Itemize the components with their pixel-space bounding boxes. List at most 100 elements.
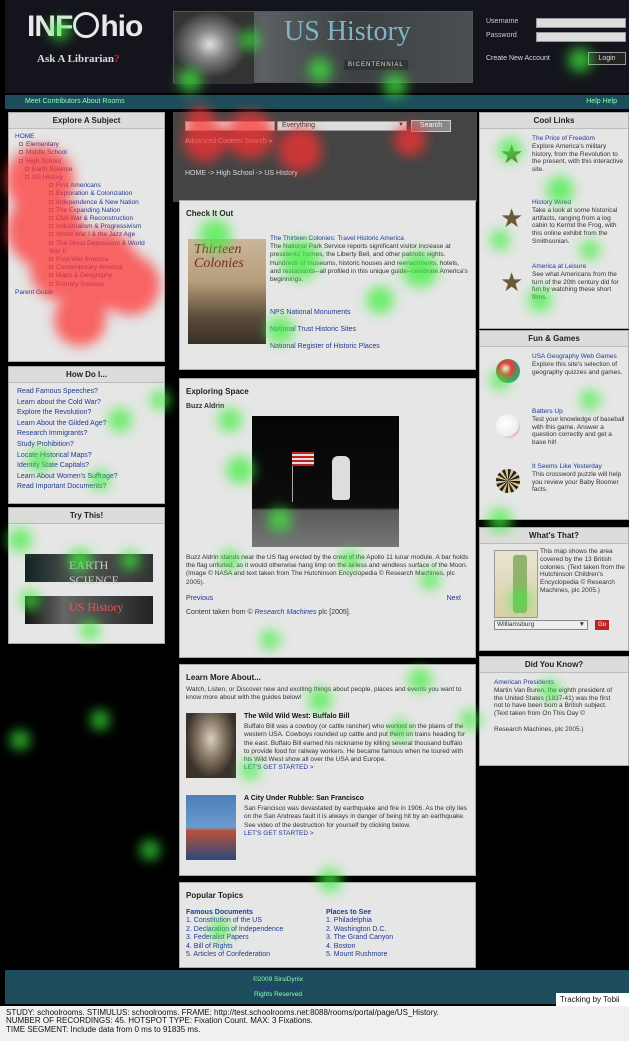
expand-toggle-icon[interactable] [49, 216, 53, 221]
search-input[interactable] [185, 121, 275, 131]
expand-toggle-icon[interactable] [49, 281, 53, 286]
popular-topic-link[interactable]: 5. Articles of Confederation [186, 951, 326, 959]
expand-toggle-icon[interactable] [19, 142, 23, 147]
search-button[interactable]: Search [411, 120, 451, 132]
fun-game-title[interactable]: It Seems Like Yesterday [532, 463, 602, 470]
subject-link[interactable]: Civil War & Reconstruction [56, 215, 133, 222]
subject-link[interactable]: Middle School [26, 149, 67, 156]
popular-topic-link[interactable]: 5. Mount Rushmore [326, 951, 466, 959]
popular-topic-link[interactable]: 4. Boston [326, 943, 466, 951]
subject-tree-item[interactable]: Parent Guide [15, 289, 158, 297]
subject-tree-item[interactable]: Contemporary America [15, 264, 158, 272]
subject-link[interactable]: Independence & New Nation [56, 199, 139, 206]
subject-link[interactable]: Industrialism & Progressivism [56, 223, 141, 230]
subject-tree-item[interactable]: High School [15, 158, 158, 166]
subject-tree-item[interactable]: First Americans [15, 182, 158, 190]
cool-link-title[interactable]: America at Leisure [532, 263, 586, 270]
fun-game-title[interactable]: USA Geography Web Games [532, 353, 617, 360]
subject-link[interactable]: Maps & Geography [56, 272, 112, 279]
thirteen-colonies-image[interactable]: Thirteen Colonies [188, 239, 266, 344]
howdo-link[interactable]: Learn about the Cold War? [17, 398, 156, 409]
create-account-link[interactable]: Create New Account [486, 55, 550, 62]
expand-toggle-icon[interactable] [49, 240, 53, 245]
subject-tree-item[interactable]: Earth Science [15, 166, 158, 174]
sf-get-started-link[interactable]: LET'S GET STARTED > [244, 830, 314, 837]
howdo-link[interactable]: Learn About Women's Suffrage? [17, 472, 156, 483]
popular-topic-link[interactable]: 3. Federalist Papers [186, 934, 326, 942]
expand-toggle-icon[interactable] [19, 150, 23, 155]
popular-topic-link[interactable]: 2. Washington D.C. [326, 926, 466, 934]
expand-toggle-icon[interactable] [49, 183, 53, 188]
checkit-headline-link[interactable]: The Thirteen Colonies: Travel Historic A… [270, 235, 404, 242]
subject-tree-item[interactable]: US History [15, 174, 158, 182]
subject-tree-item[interactable]: Middle School [15, 149, 158, 157]
bill-get-started-link[interactable]: LET'S GET STARTED > [244, 764, 314, 771]
advanced-search-link[interactable]: Advanced Content Search » [185, 138, 273, 145]
subject-tree-item[interactable]: Civil War & Reconstruction [15, 215, 158, 223]
subject-tree-item[interactable]: Independence & New Nation [15, 199, 158, 207]
howdo-link[interactable]: Locate Historical Maps? [17, 451, 156, 462]
popular-topic-link[interactable]: 3. The Grand Canyon [326, 934, 466, 942]
expand-toggle-icon[interactable] [49, 265, 53, 270]
howdo-link[interactable]: Explore the Revolution? [17, 408, 156, 419]
howdo-link[interactable]: Read Important Documents? [17, 482, 156, 493]
checkit-link[interactable]: NPS National Monuments [270, 304, 380, 321]
subject-link[interactable]: Earth Science [32, 166, 72, 173]
checkit-link[interactable]: National Trust Historic Sites [270, 321, 380, 338]
username-input[interactable] [536, 18, 626, 28]
research-machines-link[interactable]: Research Machines [255, 609, 317, 616]
nav-left-links[interactable]: Meet Contributors About Rooms [25, 98, 125, 105]
expand-toggle-icon[interactable] [25, 166, 29, 171]
cool-link-title[interactable]: History Wired [532, 199, 571, 206]
infohio-logo[interactable]: INF hio [27, 10, 143, 44]
ask-a-librarian-link[interactable]: Ask A Librarian? [37, 53, 120, 65]
earth-science-link[interactable]: EARTH SCIENCE [25, 554, 153, 587]
subject-link[interactable]: World War I & the Jazz Age [56, 231, 135, 238]
subject-tree-item[interactable]: Exploration & Colonization [15, 190, 158, 198]
subject-tree-item[interactable]: Maps & Geography [15, 272, 158, 280]
expand-toggle-icon[interactable] [49, 199, 53, 204]
buffalo-bill-image[interactable] [186, 713, 236, 778]
subject-link[interactable]: US History [32, 174, 63, 181]
login-button[interactable]: Login [588, 52, 626, 65]
subject-link[interactable]: Exploration & Colonization [56, 190, 132, 197]
subject-link[interactable]: HOME [15, 133, 35, 140]
popular-topic-link[interactable]: 4. Bill of Rights [186, 943, 326, 951]
subject-tree-item[interactable]: Elementary [15, 141, 158, 149]
subject-link[interactable]: First Americans [56, 182, 101, 189]
howdo-link[interactable]: Identify State Capitals? [17, 461, 156, 472]
howdo-link[interactable]: Research Immigrants? [17, 429, 156, 440]
popular-topic-link[interactable]: 1. Philadelphia [326, 917, 466, 925]
subject-tree-item[interactable]: The Expanding Nation [15, 207, 158, 215]
subject-link[interactable]: The Expanding Nation [56, 207, 120, 214]
howdo-link[interactable]: Read Famous Speeches? [17, 387, 156, 398]
subject-tree-item[interactable]: Industrialism & Progressivism [15, 223, 158, 231]
subject-link[interactable]: Post-War America [56, 256, 108, 263]
us-history-link[interactable]: US History [25, 596, 153, 624]
popular-topic-link[interactable]: 1. Constitution of the US [186, 917, 326, 925]
howdo-link[interactable]: Study Prohibition? [17, 440, 156, 451]
subject-link[interactable]: The Great Depression & World War II [49, 240, 145, 255]
expand-toggle-icon[interactable] [49, 207, 53, 212]
golden-gate-image[interactable] [186, 795, 236, 860]
subject-tree-item[interactable]: World War I & the Jazz Age [15, 231, 158, 239]
subject-link[interactable]: Primary Sources [56, 281, 104, 288]
subject-link[interactable]: High School [26, 158, 61, 165]
password-input[interactable] [536, 32, 626, 42]
subject-link[interactable]: Parent Guide [15, 289, 53, 296]
nav-right-links[interactable]: Help Help [586, 98, 617, 105]
fun-game-title[interactable]: Batters Up [532, 408, 563, 415]
go-button[interactable]: Go [595, 620, 609, 630]
expand-toggle-icon[interactable] [25, 175, 29, 180]
previous-link[interactable]: Previous [186, 595, 213, 602]
american-presidents-link[interactable]: American Presidents [494, 679, 554, 686]
checkit-link[interactable]: National Register of Historic Places [270, 338, 380, 355]
subject-link[interactable]: Contemporary America [56, 264, 122, 271]
cool-link-title[interactable]: The Price of Freedom [532, 135, 595, 142]
expand-toggle-icon[interactable] [49, 191, 53, 196]
expand-toggle-icon[interactable] [49, 257, 53, 262]
expand-toggle-icon[interactable] [49, 224, 53, 229]
scope-select[interactable]: Everything ▼ [277, 121, 407, 131]
subject-tree-item[interactable]: Primary Sources [15, 281, 158, 289]
subject-tree-item[interactable]: Post-War America [15, 256, 158, 264]
